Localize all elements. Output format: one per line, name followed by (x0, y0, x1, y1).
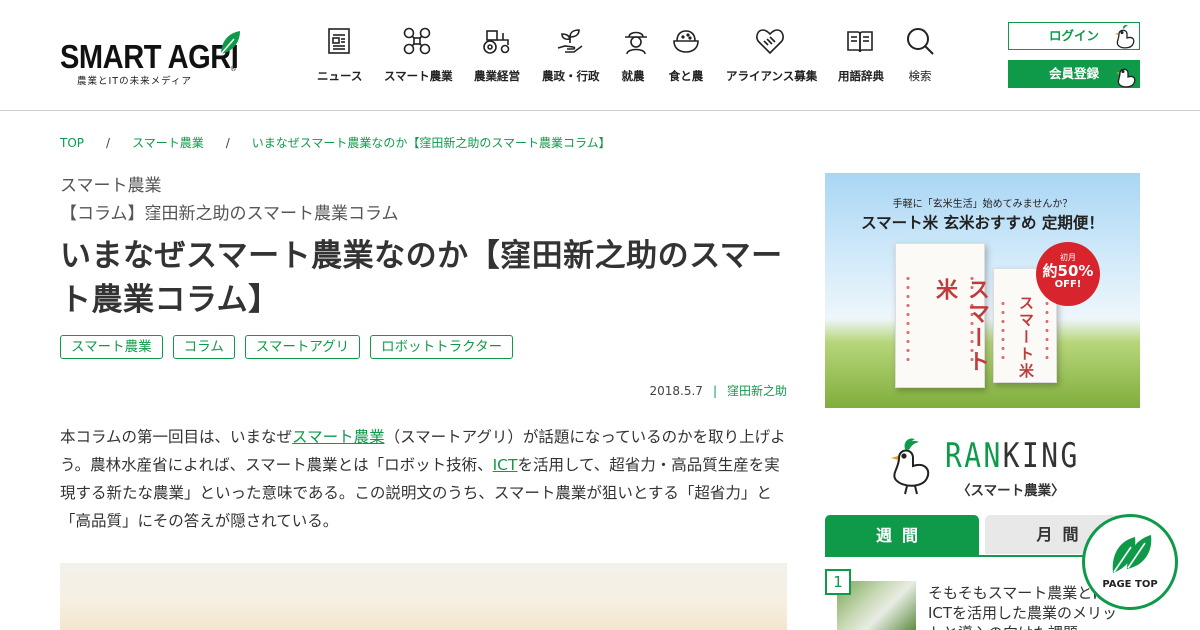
tab-weekly[interactable]: 週間 (825, 515, 979, 556)
article-hero-image (60, 563, 787, 630)
chick-icon (1115, 24, 1135, 49)
tag-list: スマート農業 コラム スマートアグリ ロボットトラクター (60, 335, 514, 359)
article-category: スマート農業 (60, 176, 162, 196)
author-link[interactable]: 窪田新之助 (727, 384, 787, 398)
chick-icon (891, 438, 930, 495)
tractor-icon (483, 30, 510, 54)
farmer-icon (625, 31, 647, 55)
breadcrumb: TOP / スマート農業 / いまなぜスマート農業なのか【窪田新之助のスマート農業コラム… (60, 134, 611, 151)
tag[interactable]: スマートアグリ (244, 335, 361, 359)
site-logo[interactable]: SMART AGRI 農業とITの未来メディア ® (60, 30, 245, 87)
breadcrumb-current[interactable]: いまなぜスマート農業なのか【窪田新之助のスマート農業コラム】 (252, 136, 611, 150)
rice-bag-image: スマート米 (895, 243, 989, 388)
tag[interactable]: スマート農業 (60, 335, 163, 359)
breadcrumb-separator: / (106, 136, 111, 150)
nav-item-news[interactable]: ニュース (317, 26, 362, 88)
logo-wordmark: SMART AGRI (60, 38, 239, 75)
ranking-heading: RANKING 〈スマート農業〉 (885, 436, 1095, 499)
book-icon (847, 31, 873, 53)
discount-badge: 初月 約50% OFF! (1036, 242, 1100, 306)
nav-item-food[interactable]: 食と農 (668, 26, 704, 88)
tag[interactable]: ロボットトラクター (370, 335, 514, 359)
article-series: 【コラム】窪田新之助のスマート農業コラム (60, 204, 399, 224)
chick-icon (1116, 63, 1136, 88)
ad-tagline: 手軽に「玄米生活」始めてみませんか？ (892, 199, 1073, 210)
breadcrumb-category[interactable]: スマート農業 (132, 136, 204, 150)
ranking-title: RANKING (945, 436, 1080, 476)
ranking-subtitle: 〈スマート農業〉 (957, 483, 1065, 499)
ad-banner[interactable]: 手軽に「玄米生活」始めてみませんか？ スマート米 玄米おすすめ 定期便！ スマー… (825, 173, 1140, 408)
nav-item-new-farmer[interactable]: 就農 (621, 26, 647, 88)
link-smart-agri[interactable]: スマート農業 (292, 428, 385, 446)
nav-item-search[interactable]: 検索 (905, 26, 935, 88)
sprout-hand-icon (557, 29, 583, 53)
nav-item-farm-management[interactable]: 農業経営 (474, 26, 520, 88)
meta-separator: | (712, 384, 717, 398)
nav-item-alliance[interactable]: アライアンス募集 (726, 26, 817, 88)
login-button[interactable]: ログイン (1008, 22, 1140, 50)
leaf-icon (1112, 535, 1152, 573)
ad-headline: スマート米 玄米おすすめ 定期便！ (861, 214, 1104, 232)
leaf-icon (220, 31, 240, 55)
site-header: SMART AGRI 農業とITの未来メディア ® ニュース スマート農業 農業… (0, 0, 1200, 111)
register-button[interactable]: 会員登録 (1008, 60, 1140, 88)
breadcrumb-separator: / (225, 136, 230, 150)
handshake-heart-icon (756, 29, 784, 55)
rice-bowl-icon (673, 30, 699, 53)
publish-date: 2018.5.7 (649, 384, 703, 398)
article-title: いまなぜスマート農業なのか【窪田新之助のスマート農業コラム】 (60, 238, 783, 318)
registered-mark: ® (230, 65, 237, 73)
nav-item-policy[interactable]: 農政・行政 (542, 26, 600, 88)
page-top-button[interactable]: PAGE TOP (1082, 514, 1178, 610)
article-meta: 2018.5.7 | 窪田新之助 (650, 382, 788, 399)
search-icon (907, 28, 934, 55)
rank-number: 1 (825, 569, 851, 595)
tag[interactable]: コラム (172, 335, 235, 359)
logo-tagline: 農業とITの未来メディア (77, 76, 192, 87)
nav-item-smart-agri[interactable]: スマート農業 (384, 26, 453, 88)
drone-icon (403, 27, 431, 55)
breadcrumb-top[interactable]: TOP (60, 136, 84, 150)
article-body: 本コラムの第一回目は、いまなぜスマート農業（スマートアグリ）が話題になっているの… (60, 428, 786, 530)
link-ict[interactable]: ICT (493, 456, 518, 474)
newspaper-icon (328, 28, 350, 54)
nav-item-glossary[interactable]: 用語辞典 (838, 26, 884, 88)
